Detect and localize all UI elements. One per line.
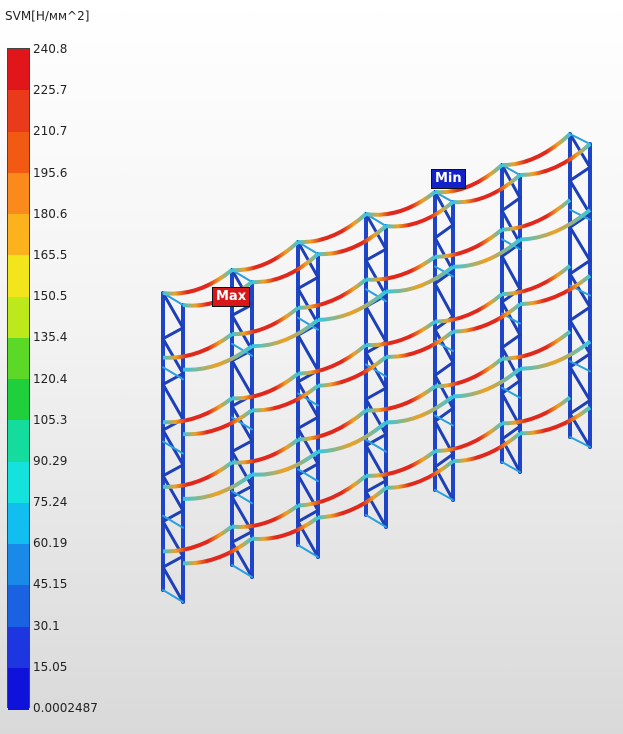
pallet-beam-front <box>297 408 368 442</box>
frame-brace <box>161 326 185 341</box>
pallet-beam-front <box>501 132 572 168</box>
pallet-beam-back <box>317 420 388 454</box>
rack-model-viewport[interactable] <box>0 0 623 734</box>
frame-brace <box>364 305 388 344</box>
pallet-beam-front <box>297 212 368 245</box>
pallet-beam-front <box>365 384 437 413</box>
frame-brace <box>161 474 185 513</box>
min-stress-marker: Min <box>431 169 466 189</box>
frame-brace <box>230 439 254 454</box>
frame-brace <box>568 225 592 263</box>
pallet-beam-front <box>434 357 504 389</box>
pallet-beam-back <box>182 472 254 501</box>
max-stress-marker: Max <box>212 287 251 307</box>
frame-brace <box>433 223 455 240</box>
pallet-beam-front <box>297 343 368 376</box>
pallet-beam-back <box>251 450 320 477</box>
frame-brace <box>500 333 522 350</box>
frame-brace <box>296 415 320 430</box>
frame-brace <box>433 282 455 319</box>
frame-brace <box>568 259 592 276</box>
frame-brace <box>364 386 388 401</box>
frame-brace <box>500 254 522 291</box>
frame-brace <box>161 382 185 421</box>
pallet-beam-front <box>231 240 300 273</box>
pallet-beam-back <box>251 515 320 541</box>
frame-brace <box>364 247 388 262</box>
frame-brace <box>568 179 592 216</box>
pallet-beam-front <box>231 438 300 465</box>
frame-brace <box>161 463 185 478</box>
pallet-beam-back <box>317 486 388 520</box>
frame-brace <box>500 196 522 213</box>
pallet-beam-front <box>162 460 234 489</box>
frame-brace <box>161 372 185 386</box>
frame-brace <box>296 333 320 373</box>
pallet-beam-front <box>434 292 504 324</box>
frame-brace <box>500 379 522 395</box>
frame-brace <box>568 365 592 402</box>
pallet-beam-front <box>501 264 572 297</box>
frame-brace <box>433 406 455 423</box>
pallet-beam-front <box>434 228 504 259</box>
pallet-beam-front <box>365 190 437 217</box>
pallet-beam-front <box>501 330 572 361</box>
frame-brace <box>568 305 592 322</box>
frame-brace <box>568 165 592 183</box>
frame-rung <box>162 440 184 455</box>
frame-brace <box>433 360 455 377</box>
pallet-beam-back <box>385 394 455 425</box>
frame-brace <box>161 554 185 569</box>
frame-brace <box>568 352 592 369</box>
frame-brace <box>296 275 320 291</box>
frame-brace <box>230 359 254 397</box>
frame-brace <box>161 509 185 523</box>
frame-brace <box>296 462 320 477</box>
